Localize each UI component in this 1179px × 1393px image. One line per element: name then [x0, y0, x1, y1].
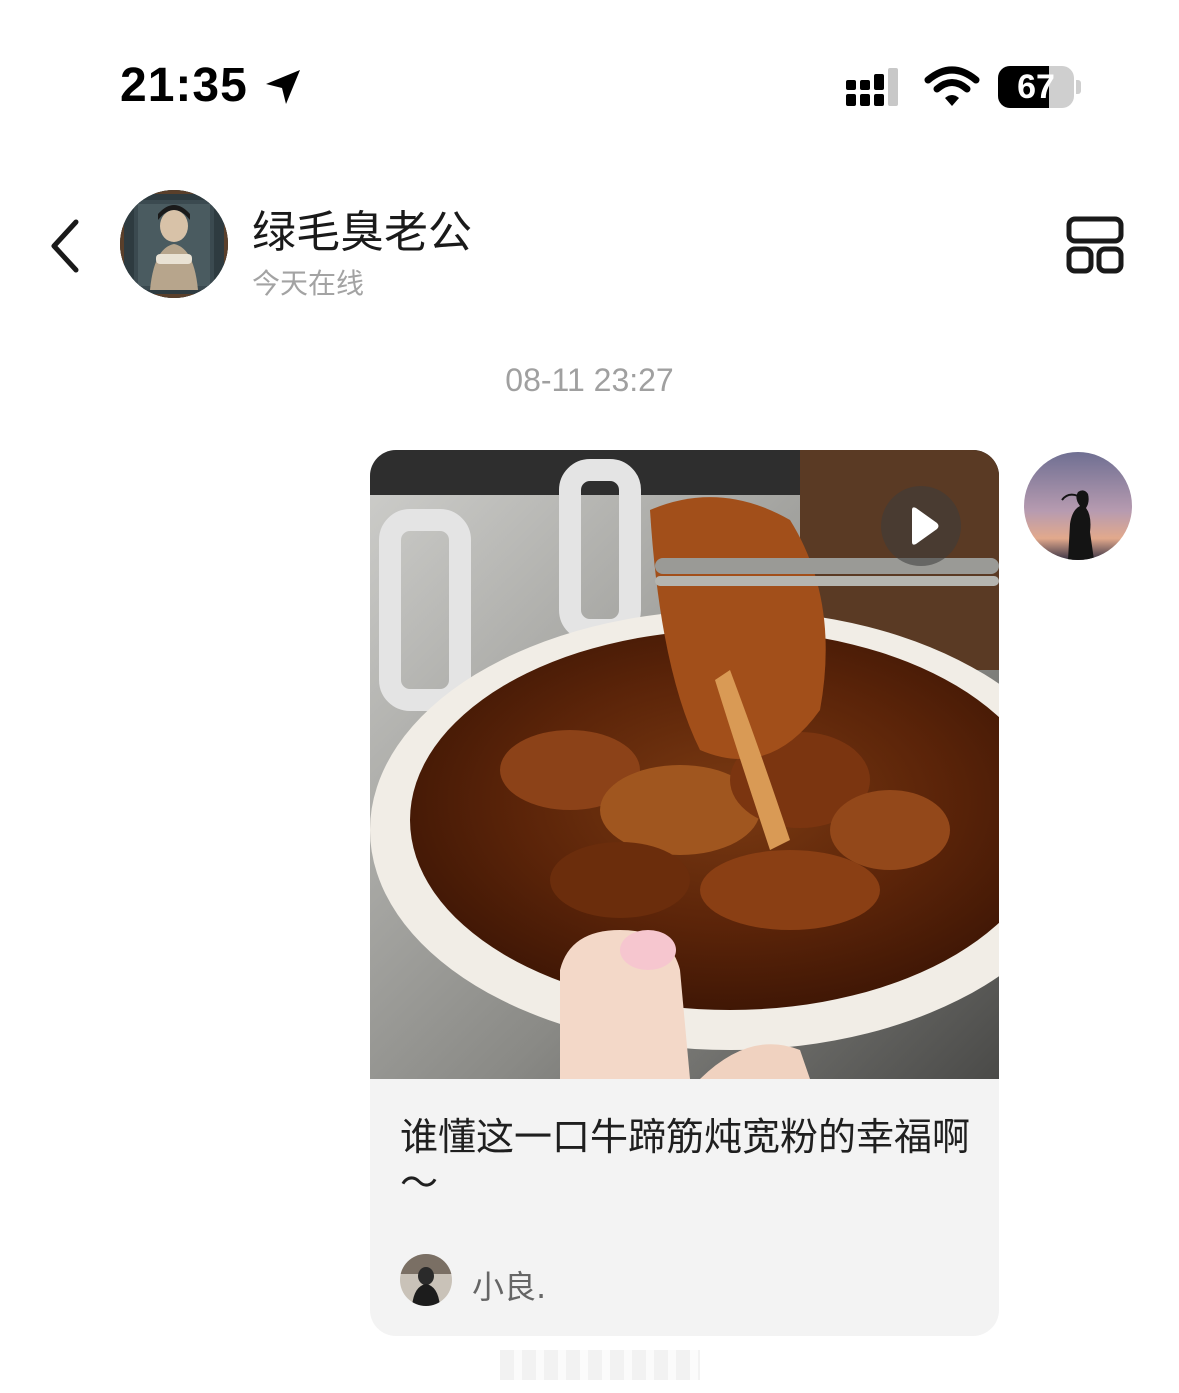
contact-avatar-image	[120, 190, 228, 298]
battery-percent: 67	[1017, 68, 1055, 106]
bottom-faded-strip	[500, 1350, 700, 1380]
status-time: 21:35	[120, 59, 248, 112]
play-icon	[912, 507, 939, 545]
battery-icon: 67	[998, 66, 1082, 108]
author-avatar	[400, 1254, 452, 1306]
layout-grid-icon[interactable]	[1064, 214, 1126, 276]
author-avatar-image	[400, 1254, 452, 1306]
message-timestamp: 08-11 23:27	[505, 362, 674, 398]
post-title: 谁懂这一口牛蹄筋炖宽粉的幸福啊～	[400, 1115, 971, 1205]
my-avatar[interactable]	[1024, 452, 1132, 560]
wifi-icon	[924, 66, 980, 106]
my-avatar-image	[1024, 452, 1132, 560]
location-arrow-icon	[266, 70, 300, 104]
back-chevron-icon[interactable]	[42, 214, 90, 278]
play-button[interactable]	[881, 486, 961, 566]
battery-body: 67	[998, 66, 1074, 108]
cellular-signal-icon	[846, 68, 898, 106]
author-name: 小良.	[472, 1268, 547, 1306]
shared-post-card[interactable]: 谁懂这一口牛蹄筋炖宽粉的幸福啊～ 小良.	[370, 450, 999, 1336]
contact-status: 今天在线	[252, 267, 365, 300]
contact-name[interactable]: 绿毛臭老公	[252, 196, 472, 260]
battery-cap	[1076, 80, 1081, 94]
chat-screen: 21:35 67 绿毛臭老公 今天在线 08-11 23:27 谁懂这一口牛蹄筋…	[0, 0, 1179, 1393]
contact-avatar[interactable]	[120, 190, 228, 298]
